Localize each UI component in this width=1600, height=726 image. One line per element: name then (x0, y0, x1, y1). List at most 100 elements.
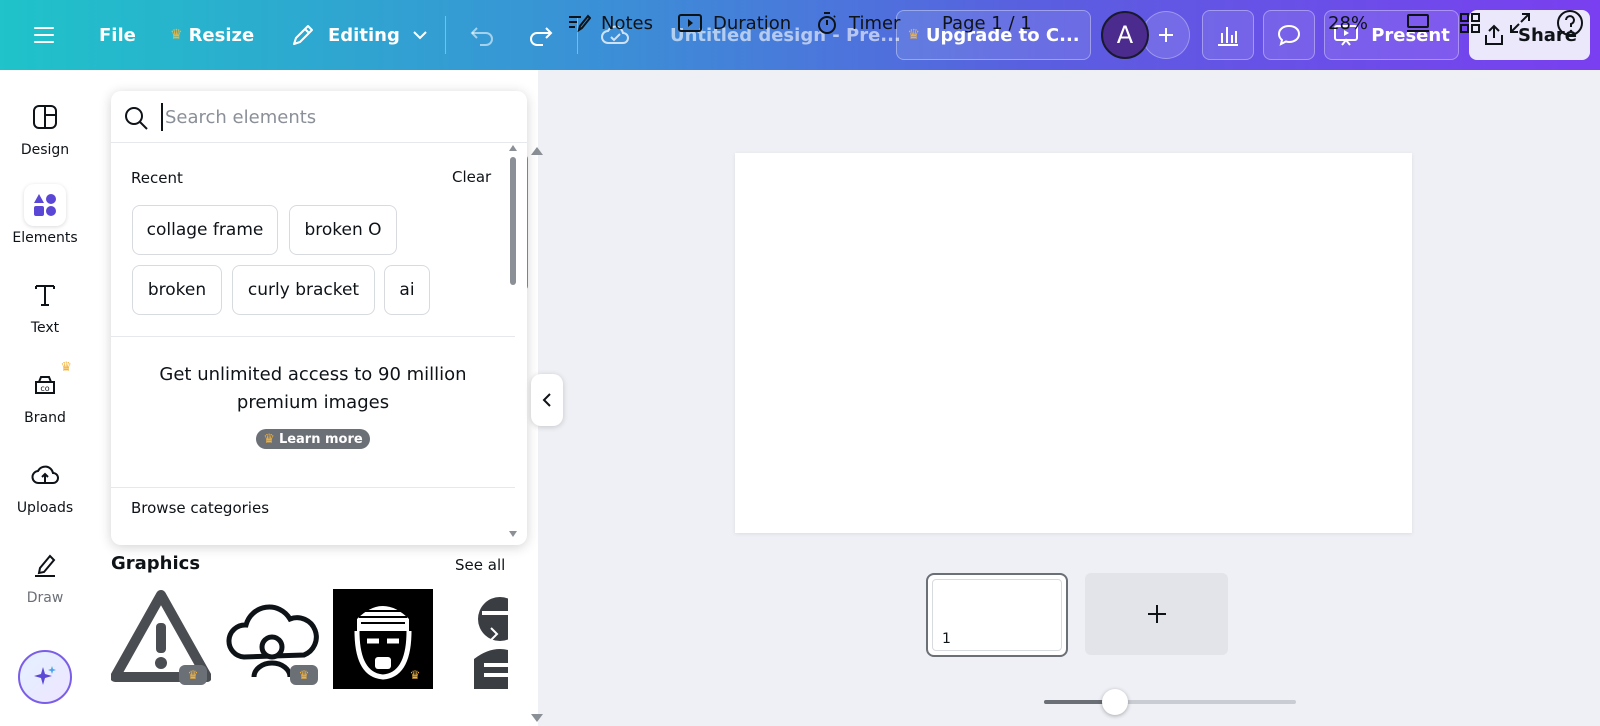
cloud-upload-icon (24, 454, 66, 496)
graphic-face-portrait[interactable]: ♛ (333, 589, 433, 689)
search-bar (111, 91, 527, 143)
learn-more-label: Learn more (278, 431, 363, 447)
recent-chip[interactable]: broken O (289, 205, 397, 255)
rail-label: Design (20, 142, 70, 158)
pages-view-button[interactable] (1405, 0, 1431, 46)
video-icon (678, 14, 702, 32)
premium-crown-badge: ♛ (290, 665, 318, 685)
toolbar-separator (445, 16, 446, 54)
page-thumbnail[interactable]: 1 (926, 573, 1068, 657)
rail-item-uploads[interactable]: Uploads (0, 454, 90, 516)
hamburger-icon (34, 27, 54, 43)
redo-button[interactable] (527, 0, 555, 70)
recent-chip[interactable]: broken (132, 265, 222, 315)
redo-icon (530, 27, 553, 46)
add-page-button[interactable] (1085, 573, 1228, 655)
rail-item-design[interactable]: Design (0, 96, 90, 158)
recent-chip[interactable]: curly bracket (232, 265, 375, 315)
crown-icon: ♛ (263, 431, 275, 447)
panel-scroll-up-icon[interactable] (531, 147, 543, 155)
search-dropdown: Recent Clear collage frame broken O brok… (111, 91, 527, 545)
rail-item-text[interactable]: Text (0, 274, 90, 336)
sparkle-icon (34, 666, 56, 685)
svg-text:co: co (40, 384, 49, 393)
rail-item-draw[interactable]: Draw (0, 544, 90, 606)
see-all-link[interactable]: See all (455, 556, 505, 574)
rail-label: Uploads (16, 500, 74, 516)
editing-mode-button[interactable]: Editing (290, 0, 428, 70)
file-label: File (99, 24, 136, 46)
text-icon (24, 274, 66, 316)
timer-button[interactable]: Timer (815, 0, 900, 46)
dropdown-scroll-up-icon[interactable] (509, 145, 517, 151)
recent-label: Recent (131, 169, 183, 187)
duration-button[interactable]: Duration (677, 0, 791, 46)
filmstrip-icon (1407, 14, 1429, 32)
add-people-button[interactable] (1142, 11, 1190, 59)
recent-chip[interactable]: ai (384, 265, 430, 315)
panel-scroll-down-icon[interactable] (531, 714, 543, 722)
plus-icon (1159, 28, 1173, 42)
carousel-next-icon[interactable] (484, 619, 504, 649)
search-input[interactable] (161, 103, 501, 131)
divider (111, 487, 515, 488)
comment-icon (1277, 24, 1301, 46)
pencil-icon (293, 25, 313, 45)
dropdown-scroll-down-icon[interactable] (509, 531, 517, 537)
dropdown-scrollbar-thumb[interactable] (510, 157, 516, 285)
design-canvas[interactable] (735, 153, 1412, 533)
grid-view-button[interactable] (1458, 0, 1482, 46)
search-icon (125, 107, 148, 130)
collapse-panel-button[interactable] (531, 374, 563, 426)
chevron-left-icon (542, 393, 551, 407)
rail-label: Text (30, 320, 60, 336)
graphics-section-title: Graphics (111, 553, 201, 574)
zoom-level[interactable]: 28% (1328, 0, 1368, 46)
expand-icon (1510, 13, 1530, 33)
notes-label: Notes (601, 12, 653, 34)
learn-more-button[interactable]: ♛ Learn more (256, 429, 370, 449)
magic-assistant-button[interactable] (18, 650, 72, 704)
rail-item-brand[interactable]: co ♛ Brand (0, 360, 90, 426)
undo-button[interactable] (468, 0, 496, 70)
divider (111, 336, 515, 337)
resize-button[interactable]: ♛ Resize (170, 0, 254, 70)
share-icon (1484, 24, 1503, 45)
rail-item-elements[interactable]: Elements (0, 184, 90, 246)
grid-icon (1460, 13, 1480, 33)
graphic-warning-triangle[interactable]: ♛ (110, 589, 212, 689)
promo-line: Get unlimited access to 90 million (159, 364, 467, 385)
comments-button[interactable] (1263, 10, 1315, 60)
duration-label: Duration (713, 12, 792, 34)
shapes-icon (24, 184, 66, 226)
notes-button[interactable]: Notes (567, 0, 653, 46)
crown-icon: ♛ (60, 360, 72, 375)
zoom-slider[interactable] (1044, 689, 1296, 715)
plus-icon (1147, 605, 1166, 623)
avatar[interactable]: A (1101, 11, 1149, 59)
zoom-label: 28% (1328, 12, 1369, 34)
page-thumbnail-number: 1 (942, 631, 951, 647)
main-menu-button[interactable] (32, 0, 56, 70)
rail-label: Elements (12, 230, 78, 246)
insights-button[interactable] (1202, 10, 1254, 60)
page-indicator[interactable]: Page 1 / 1 (942, 0, 1032, 46)
timer-label: Timer (849, 12, 901, 34)
graphic-cloud-user[interactable]: ♛ (222, 589, 322, 689)
premium-crown-badge: ♛ (409, 668, 421, 682)
left-rail: Design Elements Text co ♛ Brand Uploads … (0, 70, 90, 726)
recent-chip[interactable]: collage frame (132, 205, 278, 255)
help-button[interactable] (1556, 0, 1584, 46)
graphic-worker[interactable] (444, 589, 508, 689)
rail-label: Draw (26, 590, 64, 606)
page-indicator-label: Page 1 / 1 (942, 12, 1032, 34)
draw-icon (24, 544, 66, 586)
fullscreen-button[interactable] (1508, 0, 1532, 46)
zoom-slider-knob[interactable] (1102, 689, 1128, 715)
clear-recent-button[interactable]: Clear (452, 168, 491, 186)
file-menu-button[interactable]: File (99, 0, 136, 70)
rail-label: Brand (24, 410, 66, 426)
resize-label: Resize (188, 24, 255, 46)
bar-chart-icon (1218, 27, 1238, 46)
editing-label: Editing (328, 24, 400, 46)
